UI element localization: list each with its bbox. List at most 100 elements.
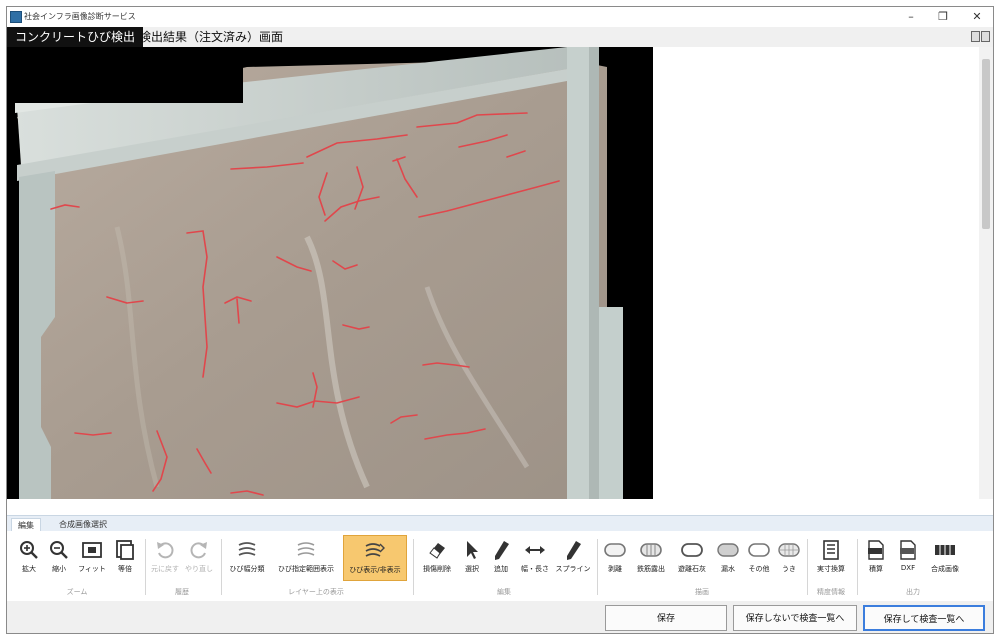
group-label-draw: 描画 [695, 588, 709, 596]
crack-range-label: ひび指定範囲表示 [278, 565, 334, 573]
redo-icon [190, 542, 207, 559]
estimate-label: 積算 [869, 565, 883, 573]
select-button[interactable]: 選択 [459, 535, 485, 581]
real-size-convert-label: 実寸換算 [817, 565, 845, 573]
other-label: その他 [748, 565, 770, 573]
mode-label: コンクリートひび検出 [7, 27, 144, 47]
group-label-output: 出力 [906, 588, 920, 596]
ribbon-toolbar: 拡大 縮小 フィット 等倍 ズーム 元に戻す やり直し 履歴 ひび幅分類 ひび指… [7, 531, 993, 602]
crack-toggle-label: ひび表示/非表示 [349, 566, 401, 574]
group-label-layer-display: レイヤー上の表示 [288, 588, 344, 596]
dxf-icon [900, 540, 916, 560]
group-divider [597, 539, 598, 595]
crack-toggle-button[interactable]: ひび表示/非表示 [343, 535, 407, 581]
crack-width-icon [238, 542, 256, 556]
screen-header: コンクリートひび検出 検出結果（注文済み）画面 [7, 27, 993, 47]
pointer-icon [467, 541, 478, 559]
save-without-inspection-button[interactable]: 保存しないで検査一覧へ [733, 605, 857, 631]
scrollbar-thumb[interactable] [982, 59, 990, 229]
group-label-zoom: ズーム [66, 588, 88, 596]
image-canvas[interactable] [7, 47, 653, 499]
action-bar: 保存 保存しないで検査一覧へ 保存して検査一覧へ [7, 601, 993, 633]
composite-image-icon [935, 545, 955, 555]
zoom-out-button[interactable]: 縮小 [45, 535, 73, 581]
crack-range-display-button[interactable]: ひび指定範囲表示 [271, 535, 341, 581]
concrete-wall-image [7, 47, 653, 499]
actual-size-icon [116, 540, 134, 560]
group-label-accuracy: 精度情報 [817, 588, 845, 596]
eraser-icon [429, 543, 445, 559]
scale-icon [823, 540, 839, 560]
tab-composite-select[interactable]: 合成画像選択 [53, 518, 113, 531]
fit-label: フィット [78, 565, 106, 573]
crack-width-class-button[interactable]: ひび幅分類 [225, 535, 269, 581]
csv-icon [868, 540, 884, 560]
undo-button[interactable]: 元に戻す [149, 535, 181, 581]
close-button[interactable]: ✕ [963, 8, 991, 26]
zoom-out-icon [50, 541, 68, 559]
efflorescence-label: 遊離石灰 [678, 565, 706, 573]
spline-button[interactable]: スプライン [555, 535, 591, 581]
damage-delete-button[interactable]: 損傷削除 [417, 535, 457, 581]
zoom-in-label: 拡大 [22, 565, 36, 573]
float-label: うき [782, 565, 796, 573]
actual-size-button[interactable]: 等倍 [111, 535, 139, 581]
save-and-inspection-button[interactable]: 保存して検査一覧へ [863, 605, 985, 631]
save-button[interactable]: 保存 [605, 605, 727, 631]
zoom-in-button[interactable]: 拡大 [15, 535, 43, 581]
page-title: 検出結果（注文済み）画面 [139, 30, 284, 44]
actual-size-label: 等倍 [118, 565, 132, 573]
view-icon-a[interactable] [971, 31, 980, 42]
crack-width-label: ひび幅分類 [229, 565, 265, 573]
width-length-label: 幅・長さ [521, 565, 549, 573]
composite-image-label: 合成画像 [931, 565, 959, 573]
peel-shape-icon [604, 543, 626, 557]
leak-draw-button[interactable]: 漏水 [713, 535, 743, 581]
group-divider [413, 539, 414, 595]
crack-range-icon [297, 542, 315, 556]
real-size-convert-button[interactable]: 実寸換算 [811, 535, 851, 581]
spline-pen-icon [567, 541, 581, 560]
view-icon-b[interactable] [981, 31, 990, 42]
pen-icon [495, 541, 509, 560]
leak-label: 漏水 [721, 565, 735, 573]
maximize-button[interactable]: ❐ [929, 8, 957, 26]
peel-label: 剥離 [608, 565, 622, 573]
zoom-in-icon [20, 541, 38, 559]
composite-image-export-button[interactable]: 合成画像 [925, 535, 965, 581]
width-length-button[interactable]: 幅・長さ [517, 535, 553, 581]
peel-draw-button[interactable]: 剥離 [601, 535, 629, 581]
group-label-history: 履歴 [175, 588, 189, 596]
other-draw-button[interactable]: その他 [745, 535, 773, 581]
dxf-label: DXF [900, 564, 916, 572]
app-window: 社会インフラ画像診断サービス – ❐ ✕ コンクリートひび検出 検出結果（注文済… [6, 6, 994, 634]
redo-label: やり直し [185, 565, 213, 573]
rebar-draw-button[interactable]: 鉄筋露出 [631, 535, 671, 581]
rebar-label: 鉄筋露出 [637, 565, 665, 573]
window-title: 社会インフラ画像診断サービス [24, 12, 136, 21]
estimate-csv-button[interactable]: 積算 [861, 535, 891, 581]
damage-delete-label: 損傷削除 [423, 565, 451, 573]
add-button[interactable]: 追加 [487, 535, 515, 581]
other-shape-icon [748, 543, 770, 557]
rebar-shape-icon [640, 543, 662, 557]
group-divider [807, 539, 808, 595]
redo-button[interactable]: やり直し [183, 535, 215, 581]
vertical-scrollbar[interactable] [979, 47, 993, 499]
crack-toggle-icon [365, 543, 385, 557]
dxf-export-button[interactable]: DXF [893, 535, 923, 581]
undo-label: 元に戻す [151, 565, 179, 573]
float-draw-button[interactable]: うき [775, 535, 803, 581]
spline-label: スプライン [555, 565, 591, 573]
ribbon-tab-bar: 編集 合成画像選択 [7, 515, 993, 532]
fit-button[interactable]: フィット [75, 535, 109, 581]
float-shape-icon [778, 543, 800, 557]
group-divider [145, 539, 146, 595]
efflorescence-shape-icon [681, 543, 703, 557]
efflorescence-draw-button[interactable]: 遊離石灰 [673, 535, 711, 581]
view-toggle-icons[interactable] [971, 31, 991, 43]
minimize-button[interactable]: – [897, 8, 925, 26]
tab-edit[interactable]: 編集 [11, 518, 41, 532]
title-bar: 社会インフラ画像診断サービス – ❐ ✕ [7, 7, 993, 27]
measure-icon [525, 546, 545, 554]
